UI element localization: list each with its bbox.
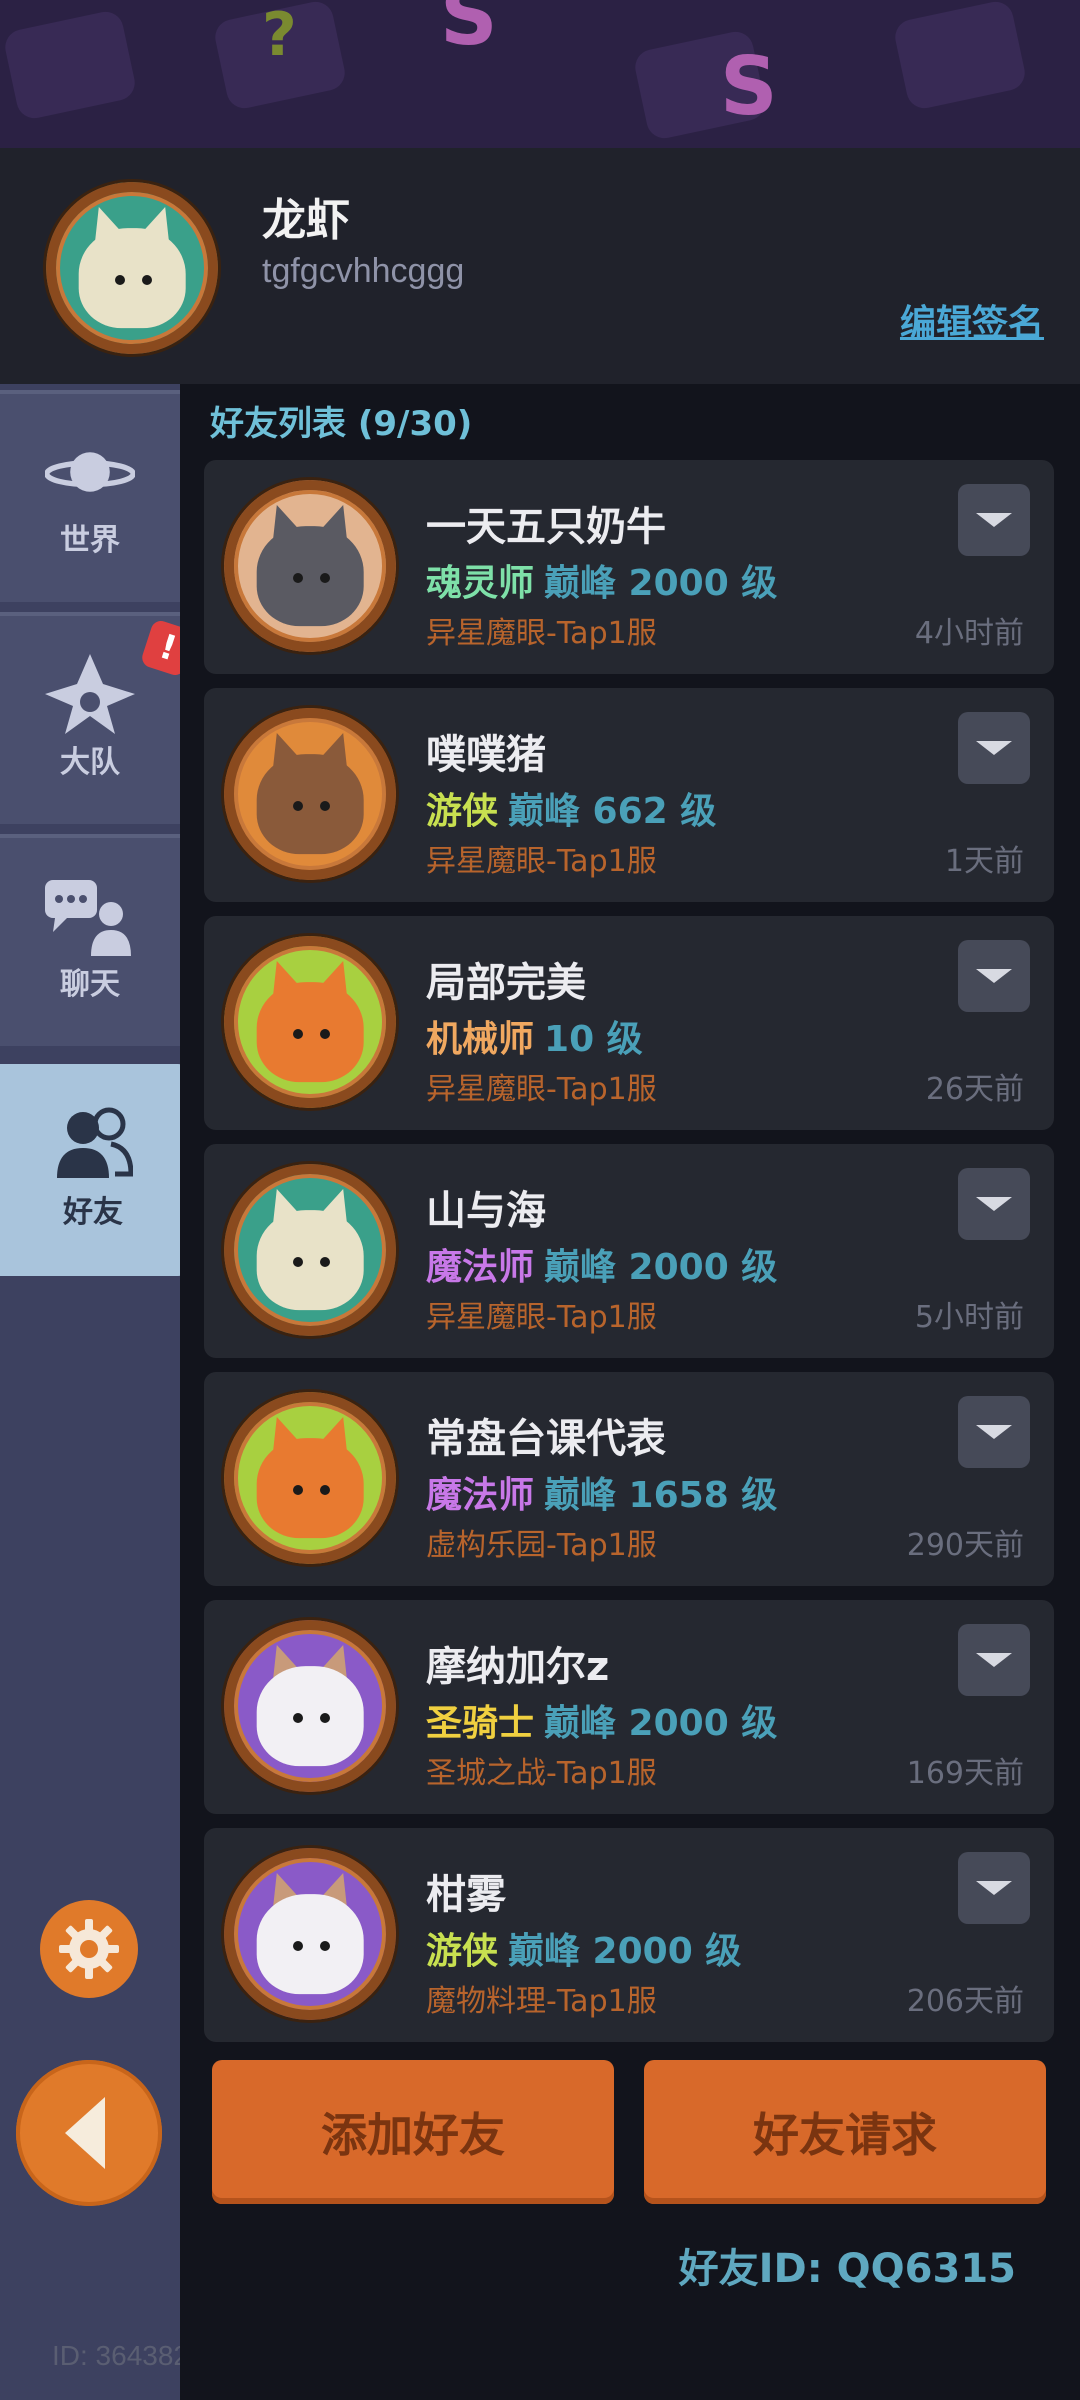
chevron-down-icon — [976, 1881, 1012, 1895]
friend-last-online: 206天前 — [906, 1984, 1024, 2019]
friend-class: 游侠 — [426, 1931, 499, 1972]
friend-options-button[interactable] — [958, 940, 1030, 1012]
friend-avatar[interactable] — [224, 480, 396, 652]
friend-server: 异星魔眼-Tap1服 — [426, 616, 657, 651]
chevron-down-icon — [976, 1653, 1012, 1667]
friends-icon — [48, 1107, 138, 1179]
friend-name: 山与海 — [426, 1188, 546, 1234]
friend-class-line: 游侠 巅峰 662 级 — [426, 782, 716, 834]
friend-last-online: 290天前 — [906, 1528, 1024, 1563]
gear-icon — [59, 1919, 119, 1979]
friend-class: 游侠 — [426, 791, 499, 832]
friend-avatar[interactable] — [224, 1848, 396, 2020]
friend-level: 巅峰 1658 级 — [544, 1475, 778, 1516]
profile-avatar[interactable] — [46, 182, 218, 354]
friend-card[interactable]: 噗噗猪 游侠 巅峰 662 级 异星魔眼-Tap1服 1天前 — [204, 688, 1054, 902]
friend-last-online: 169天前 — [906, 1756, 1024, 1791]
friend-class: 魔法师 — [426, 1247, 535, 1288]
friend-class-line: 魔法师 巅峰 2000 级 — [426, 1238, 777, 1290]
friend-class: 魂灵师 — [426, 563, 535, 604]
friend-level: 巅峰 2000 级 — [544, 1703, 778, 1744]
friend-level: 巅峰 2000 级 — [508, 1931, 742, 1972]
friend-request-button[interactable]: 好友请求 — [644, 2060, 1046, 2204]
friend-avatar[interactable] — [224, 1620, 396, 1792]
chevron-down-icon — [976, 741, 1012, 755]
chat-icon — [45, 880, 135, 956]
friend-class-line: 圣骑士 巅峰 2000 级 — [426, 1694, 777, 1746]
tab-squad-label: 大队 — [60, 745, 120, 780]
friend-name: 摩纳加尔z — [426, 1644, 610, 1690]
friend-last-online: 26天前 — [925, 1072, 1024, 1107]
friend-level: 10 级 — [544, 1019, 643, 1060]
friend-avatar[interactable] — [224, 936, 396, 1108]
tab-friends[interactable]: 好友 — [0, 1064, 186, 1276]
friend-card[interactable]: 一天五只奶牛 魂灵师 巅峰 2000 级 异星魔眼-Tap1服 4小时前 — [204, 460, 1054, 674]
friend-options-button[interactable] — [958, 484, 1030, 556]
friends-list-title: 好友列表 (9/30) — [210, 404, 473, 444]
friend-server: 异星魔眼-Tap1服 — [426, 1072, 657, 1107]
friend-card[interactable]: 摩纳加尔z 圣骑士 巅峰 2000 级 圣城之战-Tap1服 169天前 — [204, 1600, 1054, 1814]
friend-class-line: 机械师 10 级 — [426, 1010, 643, 1062]
friend-name: 柑雾 — [426, 1872, 506, 1918]
friend-server: 圣城之战-Tap1服 — [426, 1756, 657, 1791]
friend-level: 巅峰 2000 级 — [544, 1247, 778, 1288]
friend-name: 局部完美 — [426, 960, 586, 1006]
friend-last-online: 1天前 — [944, 844, 1024, 879]
tab-chat-label: 聊天 — [60, 967, 120, 1002]
friend-card[interactable]: 局部完美 机械师 10 级 异星魔眼-Tap1服 26天前 — [204, 916, 1054, 1130]
add-friend-button[interactable]: 添加好友 — [212, 2060, 614, 2204]
friend-options-button[interactable] — [958, 1624, 1030, 1696]
planet-icon — [45, 437, 135, 507]
friend-name: 噗噗猪 — [426, 732, 546, 778]
chevron-down-icon — [976, 1425, 1012, 1439]
friend-avatar[interactable] — [224, 1392, 396, 1564]
friend-options-button[interactable] — [958, 712, 1030, 784]
friend-card[interactable]: 山与海 魔法师 巅峰 2000 级 异星魔眼-Tap1服 5小时前 — [204, 1144, 1054, 1358]
arrow-left-icon — [65, 2097, 105, 2169]
friend-id: 好友ID: QQ6315 — [678, 2246, 1016, 2292]
tab-friends-label: 好友 — [63, 1195, 123, 1230]
friend-server: 异星魔眼-Tap1服 — [426, 1300, 657, 1335]
profile-header — [0, 148, 1080, 384]
friend-class-line: 魂灵师 巅峰 2000 级 — [426, 554, 777, 606]
tab-chat[interactable]: 聊天 — [0, 834, 180, 1046]
friend-server: 虚构乐园-Tap1服 — [426, 1528, 657, 1563]
chevron-down-icon — [976, 1197, 1012, 1211]
friend-name: 一天五只奶牛 — [426, 504, 666, 550]
friend-options-button[interactable] — [958, 1168, 1030, 1240]
tab-world-label: 世界 — [60, 523, 120, 558]
friend-server: 魔物料理-Tap1服 — [426, 1984, 657, 2019]
friend-card[interactable]: 柑雾 游侠 巅峰 2000 级 魔物料理-Tap1服 206天前 — [204, 1828, 1054, 2042]
friend-name: 常盘台课代表 — [426, 1416, 666, 1462]
friend-last-online: 4小时前 — [914, 616, 1024, 651]
squad-icon — [45, 654, 135, 734]
friend-class: 魔法师 — [426, 1475, 535, 1516]
profile-name: 龙虾 — [262, 195, 350, 246]
friend-options-button[interactable] — [958, 1852, 1030, 1924]
friend-class: 机械师 — [426, 1019, 535, 1060]
chevron-down-icon — [976, 969, 1012, 983]
friend-level: 巅峰 662 级 — [508, 791, 717, 832]
friend-server: 异星魔眼-Tap1服 — [426, 844, 657, 879]
friend-avatar[interactable] — [224, 1164, 396, 1336]
friend-card[interactable]: 常盘台课代表 魔法师 巅峰 1658 级 虚构乐园-Tap1服 290天前 — [204, 1372, 1054, 1586]
settings-button[interactable] — [40, 1900, 138, 1998]
friend-class-line: 游侠 巅峰 2000 级 — [426, 1922, 741, 1974]
friend-level: 巅峰 2000 级 — [544, 563, 778, 604]
profile-signature: tgfgcvhhcggg — [262, 252, 465, 290]
friend-class-line: 魔法师 巅峰 1658 级 — [426, 1466, 777, 1518]
background-pattern: ? S S — [0, 0, 1080, 150]
friend-class: 圣骑士 — [426, 1703, 535, 1744]
tab-world[interactable]: 世界 — [0, 390, 180, 602]
chevron-down-icon — [976, 513, 1012, 527]
friend-last-online: 5小时前 — [914, 1300, 1024, 1335]
edit-signature-link[interactable]: 编辑签名 — [900, 294, 1044, 346]
friend-avatar[interactable] — [224, 708, 396, 880]
back-button[interactable] — [16, 2060, 162, 2206]
friend-options-button[interactable] — [958, 1396, 1030, 1468]
